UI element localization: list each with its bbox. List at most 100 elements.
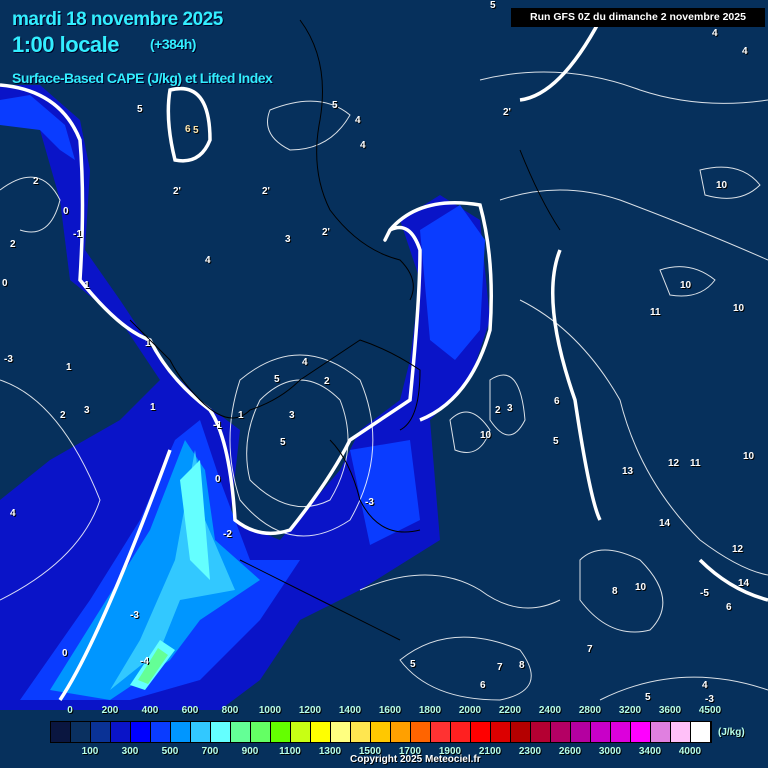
contour-label: 1 xyxy=(84,280,90,291)
legend-swatch xyxy=(611,722,631,742)
contour-label: 11 xyxy=(650,307,661,318)
contour-label: -3 xyxy=(130,610,139,621)
legend-swatch xyxy=(371,722,391,742)
contour-label: 0 xyxy=(215,474,221,485)
contour-label: 3 xyxy=(289,410,295,421)
legend-swatch xyxy=(311,722,331,742)
contour-label: 2 xyxy=(10,239,16,250)
contour-label: -3 xyxy=(705,694,714,705)
legend-swatch xyxy=(111,722,131,742)
contour-label: 5 xyxy=(280,437,286,448)
contour-label: 6 xyxy=(726,602,732,613)
legend-swatch xyxy=(691,722,711,742)
contour-label: 2 xyxy=(324,376,330,387)
legend-tick-bottom: 100 xyxy=(81,746,99,757)
legend-swatch xyxy=(411,722,431,742)
cape-color-legend xyxy=(50,721,712,743)
contour-label: 4 xyxy=(302,357,308,368)
legend-tick-bottom: 1900 xyxy=(438,746,462,757)
contour-label: 5 xyxy=(410,659,416,670)
legend-swatch xyxy=(591,722,611,742)
legend-tick-top: 1200 xyxy=(298,705,322,716)
contour-label: 2' xyxy=(262,186,270,197)
legend-swatch xyxy=(151,722,171,742)
contour-label: 14 xyxy=(659,518,671,529)
legend-tick-top: 2400 xyxy=(538,705,562,716)
legend-swatch xyxy=(171,722,191,742)
legend-tick-top: 0 xyxy=(67,705,73,716)
legend-tick-top: 2800 xyxy=(578,705,602,716)
contour-label: 1 xyxy=(238,410,244,421)
contour-label: 4 xyxy=(702,680,708,691)
contour-label: 3 xyxy=(507,403,513,414)
contour-label: 10 xyxy=(635,582,647,593)
contour-label: 5 xyxy=(332,100,338,111)
legend-tick-bottom: 2600 xyxy=(558,746,582,757)
contour-label: 10 xyxy=(480,430,492,441)
legend-tick-top: 200 xyxy=(101,705,119,716)
legend-swatch xyxy=(451,722,471,742)
contour-label: -3 xyxy=(4,354,13,365)
contour-label: 10 xyxy=(743,451,755,462)
legend-tick-top: 600 xyxy=(181,705,199,716)
legend-swatch xyxy=(471,722,491,742)
legend-tick-bottom: 2100 xyxy=(478,746,502,757)
legend-swatch xyxy=(631,722,651,742)
contour-label: 6 xyxy=(185,124,191,135)
contour-label: 8 xyxy=(519,660,525,671)
legend-swatch xyxy=(651,722,671,742)
legend-tick-bottom: 900 xyxy=(241,746,259,757)
legend-tick-bottom: 500 xyxy=(161,746,179,757)
legend-tick-bottom: 1100 xyxy=(279,746,301,757)
contour-label: 2 xyxy=(60,410,66,421)
contour-label: 2 xyxy=(495,405,501,416)
legend-tick-bottom: 300 xyxy=(121,746,139,757)
legend-tick-top: 1800 xyxy=(418,705,442,716)
parameter-title: Surface-Based CAPE (J/kg) et Lifted Inde… xyxy=(12,70,273,86)
contour-label: 5 xyxy=(553,436,559,447)
contour-label: 5 xyxy=(645,692,651,703)
contour-label: 11 xyxy=(690,458,701,469)
contour-label: 1 xyxy=(150,402,156,413)
legend-swatch xyxy=(71,722,91,742)
legend-tick-bottom: 1300 xyxy=(318,746,342,757)
contour-label: 10 xyxy=(733,303,745,314)
contour-label: -2 xyxy=(223,529,232,540)
legend-swatch xyxy=(211,722,231,742)
contour-label: 5 xyxy=(193,125,199,136)
legend-swatch xyxy=(231,722,251,742)
contour-label: 3 xyxy=(285,234,291,245)
contour-label: 4 xyxy=(360,140,366,151)
legend-swatch xyxy=(51,722,71,742)
forecast-date: mardi 18 novembre 2025 xyxy=(12,9,223,30)
contour-label: 12 xyxy=(668,458,680,469)
contour-label: 10 xyxy=(716,180,728,191)
contour-label: 12 xyxy=(732,544,744,555)
legend-tick-top: 1400 xyxy=(338,705,362,716)
contour-label: 2' xyxy=(503,107,511,118)
legend-swatch xyxy=(251,722,271,742)
contour-label: 4 xyxy=(712,28,718,39)
legend-swatch xyxy=(271,722,291,742)
contour-label: 4 xyxy=(355,115,361,126)
contour-label: 10 xyxy=(680,280,692,291)
contour-label: 3 xyxy=(84,405,90,416)
legend-tick-bottom: 700 xyxy=(201,746,219,757)
legend-tick-top: 3600 xyxy=(658,705,682,716)
contour-label: 0 xyxy=(62,648,68,659)
legend-tick-bottom: 2300 xyxy=(518,746,542,757)
contour-label: -5 xyxy=(700,588,709,599)
contour-label: 5 xyxy=(137,104,143,115)
legend-swatch xyxy=(491,722,511,742)
legend-swatch xyxy=(351,722,371,742)
contour-label: -1 xyxy=(213,420,222,431)
legend-tick-bottom: 4000 xyxy=(678,746,702,757)
model-run-label: Run GFS 0Z du dimanche 2 novembre 2025 xyxy=(511,8,765,27)
contour-label: 7 xyxy=(497,662,503,673)
legend-tick-bottom: 3400 xyxy=(638,746,662,757)
legend-swatch xyxy=(511,722,531,742)
legend-tick-bottom: 1500 xyxy=(358,746,382,757)
legend-tick-top: 3200 xyxy=(618,705,642,716)
legend-tick-top: 1000 xyxy=(258,705,282,716)
contour-label: 1 xyxy=(145,338,151,349)
